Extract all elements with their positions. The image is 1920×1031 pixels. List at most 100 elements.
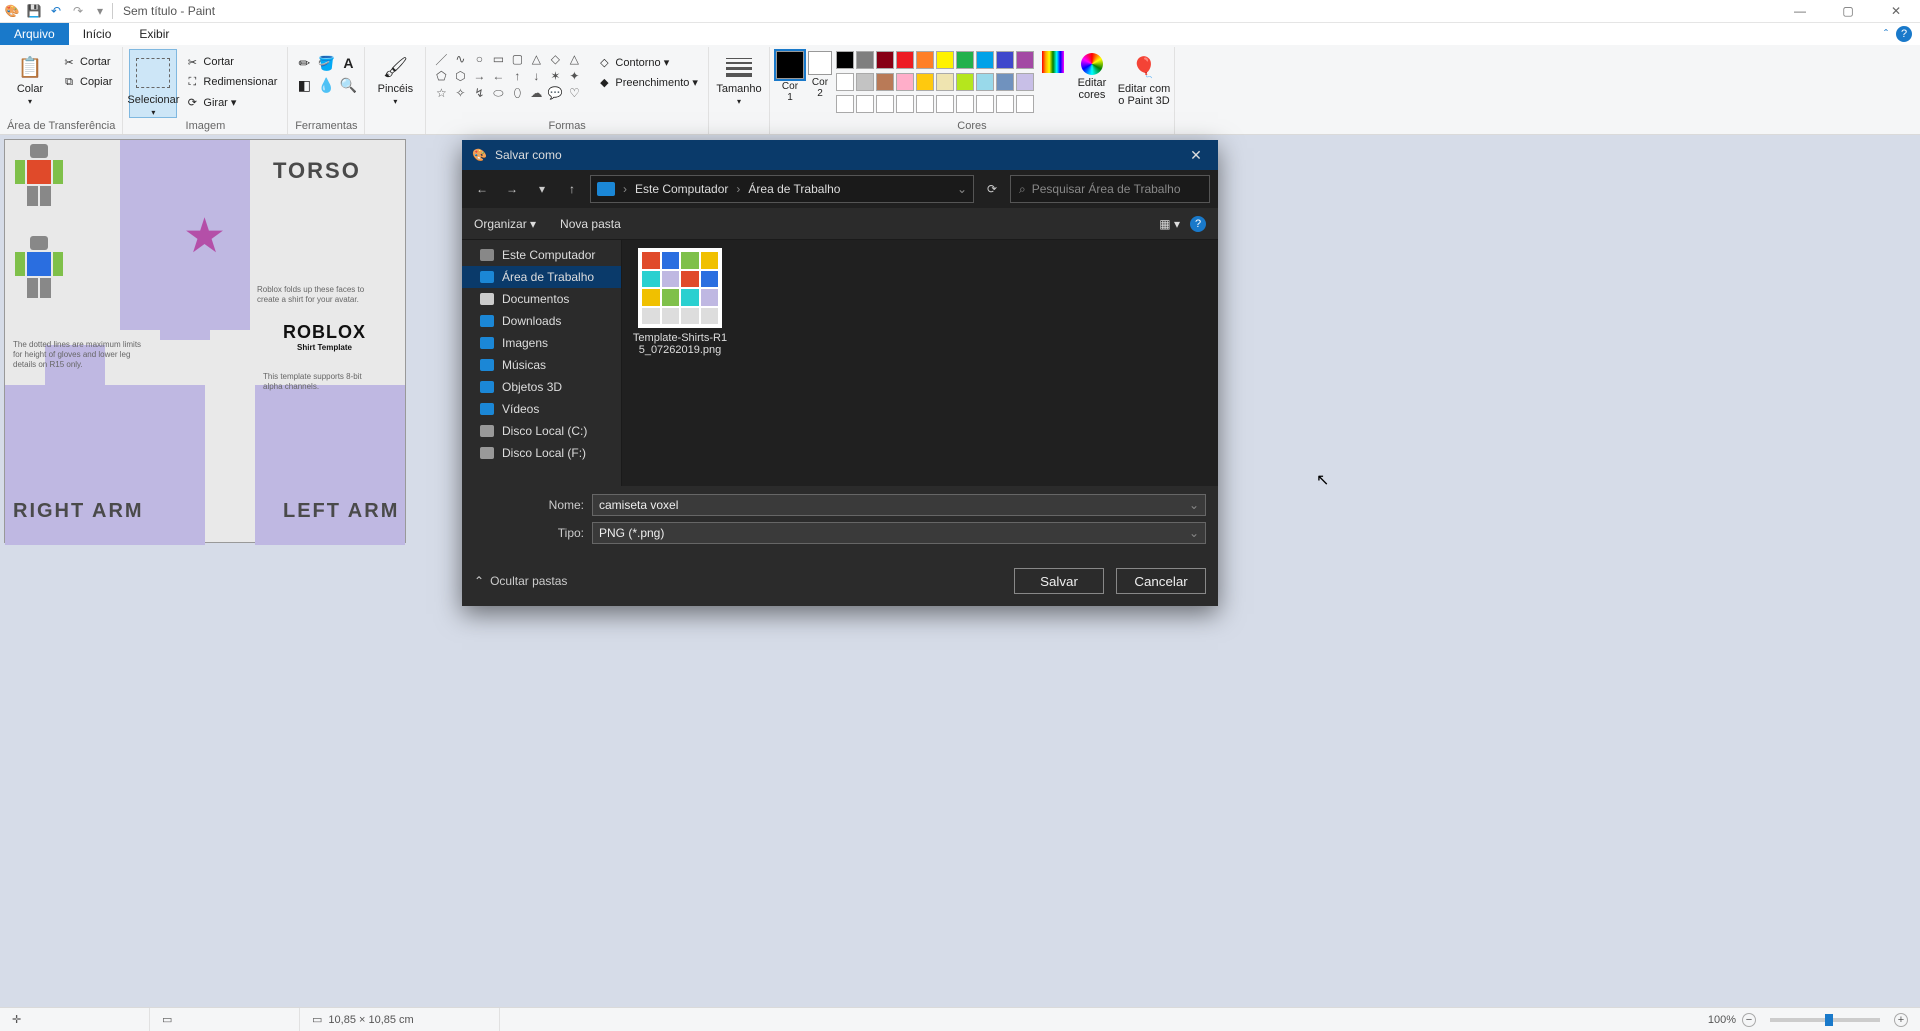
paint3d-button[interactable]: 🎈 Editar com o Paint 3D — [1120, 49, 1168, 107]
tree-downloads[interactable]: Downloads — [462, 310, 621, 332]
undo-icon[interactable]: ↶ — [48, 3, 64, 19]
tree-objects3d[interactable]: Objetos 3D — [462, 376, 621, 398]
color-swatch[interactable] — [956, 95, 974, 113]
color-swatch[interactable] — [976, 51, 994, 69]
color-swatch[interactable] — [936, 73, 954, 91]
type-select[interactable]: PNG (*.png)⌄ — [592, 522, 1206, 544]
view-mode-button[interactable]: ▦ ▾ — [1159, 217, 1180, 231]
minimize-button[interactable]: — — [1788, 4, 1812, 18]
fill-tool[interactable]: 🪣 — [316, 53, 336, 73]
color-swatch[interactable] — [956, 73, 974, 91]
shape-fill-button[interactable]: ◆Preenchimento ▾ — [593, 73, 702, 91]
zoom-slider[interactable] — [1770, 1018, 1880, 1022]
color-swatch[interactable] — [896, 95, 914, 113]
eraser-tool[interactable]: ◧ — [294, 75, 314, 95]
color-swatch[interactable] — [876, 95, 894, 113]
resize-button[interactable]: ⛶Redimensionar — [181, 73, 281, 91]
color-swatch[interactable] — [876, 51, 894, 69]
collapse-ribbon-icon[interactable]: ˆ — [1884, 27, 1888, 41]
hide-folders-button[interactable]: ⌃Ocultar pastas — [474, 574, 567, 588]
crumb-computer[interactable]: Este Computador — [635, 182, 728, 196]
search-input[interactable]: ⌕ Pesquisar Área de Trabalho — [1010, 175, 1210, 203]
tree-computer[interactable]: Este Computador — [462, 244, 621, 266]
breadcrumb[interactable]: › Este Computador › Área de Trabalho ⌄ — [590, 175, 974, 203]
chevron-down-icon[interactable]: ▾ — [530, 177, 554, 201]
chevron-down-icon[interactable]: ⌄ — [1189, 498, 1199, 512]
tree-music[interactable]: Músicas — [462, 354, 621, 376]
brushes-button[interactable]: 🖌 Pincéis ▾ — [371, 49, 419, 106]
color-swatch[interactable] — [1016, 95, 1034, 113]
text-tool[interactable]: A — [338, 53, 358, 73]
dialog-close-button[interactable]: ✕ — [1184, 147, 1208, 164]
new-folder-button[interactable]: Nova pasta — [560, 217, 621, 231]
tree-diskc[interactable]: Disco Local (C:) — [462, 420, 621, 442]
nav-up-button[interactable]: ↑ — [560, 177, 584, 201]
shape-outline-button[interactable]: ◇Contorno ▾ — [593, 53, 702, 71]
tree-desktop[interactable]: Área de Trabalho — [462, 266, 621, 288]
close-button[interactable]: ✕ — [1884, 4, 1908, 18]
pencil-tool[interactable]: ✏ — [294, 53, 314, 73]
dialog-help-button[interactable]: ? — [1190, 216, 1206, 232]
color-swatch[interactable] — [936, 95, 954, 113]
file-item[interactable]: Template-Shirts-R15_07262019.png — [630, 248, 730, 356]
color-swatch[interactable] — [916, 51, 934, 69]
edit-colors-button[interactable]: Editar cores — [1068, 49, 1116, 101]
color-swatch[interactable] — [856, 73, 874, 91]
crop-button[interactable]: ✂Cortar — [181, 53, 281, 71]
canvas[interactable]: TORSO ★ Roblox folds up these faces to c… — [4, 139, 406, 543]
color-swatch[interactable] — [896, 51, 914, 69]
qat-customize-icon[interactable]: ▾ — [92, 3, 108, 19]
copy-button[interactable]: ⧉Copiar — [58, 73, 116, 91]
color-swatch[interactable] — [1016, 51, 1034, 69]
color-swatch[interactable] — [856, 95, 874, 113]
refresh-button[interactable]: ⟳ — [980, 177, 1004, 201]
crumb-desktop[interactable]: Área de Trabalho — [748, 182, 840, 196]
help-icon[interactable]: ? — [1896, 26, 1912, 42]
paste-button[interactable]: 📋 Colar ▾ — [6, 49, 54, 106]
cancel-button[interactable]: Cancelar — [1116, 568, 1206, 594]
color-swatch[interactable] — [896, 73, 914, 91]
color-swatch[interactable] — [996, 95, 1014, 113]
save-button[interactable]: Salvar — [1014, 568, 1104, 594]
color-swatch[interactable] — [996, 51, 1014, 69]
maximize-button[interactable]: ▢ — [1836, 4, 1860, 18]
color-swatch[interactable] — [876, 73, 894, 91]
color-swatch[interactable] — [836, 73, 854, 91]
color-swatch[interactable] — [916, 95, 934, 113]
color2-button[interactable]: Cor 2 — [808, 49, 832, 99]
chevron-down-icon[interactable]: ⌄ — [957, 182, 967, 196]
color-swatch[interactable] — [836, 95, 854, 113]
color-swatch[interactable] — [836, 51, 854, 69]
color-swatch[interactable] — [1016, 73, 1034, 91]
rotate-button[interactable]: ⟳Girar ▾ — [181, 93, 281, 111]
color-swatch[interactable] — [916, 73, 934, 91]
tab-view[interactable]: Exibir — [125, 23, 183, 45]
redo-icon[interactable]: ↷ — [70, 3, 86, 19]
zoom-in-button[interactable]: + — [1894, 1013, 1908, 1027]
color-swatch[interactable] — [996, 73, 1014, 91]
zoom-out-button[interactable]: − — [1742, 1013, 1756, 1027]
tree-images[interactable]: Imagens — [462, 332, 621, 354]
color1-button[interactable]: Cor 1 — [776, 49, 804, 103]
organize-button[interactable]: Organizar ▾ — [474, 217, 536, 231]
color-swatch[interactable] — [976, 73, 994, 91]
picker-tool[interactable]: 💧 — [316, 75, 336, 95]
shapes-gallery[interactable]: ／∿○▭▢△◇△ ⬠⬡→←↑↓✶✦ ☆✧↯⬭⬯☁💬♡ — [432, 49, 583, 101]
file-pane[interactable]: Template-Shirts-R15_07262019.png — [622, 240, 1218, 486]
color-swatch[interactable] — [856, 51, 874, 69]
tree-documents[interactable]: Documentos — [462, 288, 621, 310]
chevron-down-icon[interactable]: ⌄ — [1189, 526, 1199, 540]
tab-home[interactable]: Início — [69, 23, 126, 45]
rainbow-picker[interactable] — [1042, 49, 1064, 73]
tree-videos[interactable]: Vídeos — [462, 398, 621, 420]
color-swatch[interactable] — [956, 51, 974, 69]
cut-button[interactable]: ✂Cortar — [58, 53, 116, 71]
save-icon[interactable]: 💾 — [26, 3, 42, 19]
nav-back-button[interactable]: ← — [470, 177, 494, 201]
select-button[interactable]: Selecionar ▾ — [129, 49, 177, 118]
magnifier-tool[interactable]: 🔍 — [338, 75, 358, 95]
tab-file[interactable]: Arquivo — [0, 23, 69, 45]
color-swatch[interactable] — [976, 95, 994, 113]
name-input[interactable]: camiseta voxel⌄ — [592, 494, 1206, 516]
color-swatch[interactable] — [936, 51, 954, 69]
